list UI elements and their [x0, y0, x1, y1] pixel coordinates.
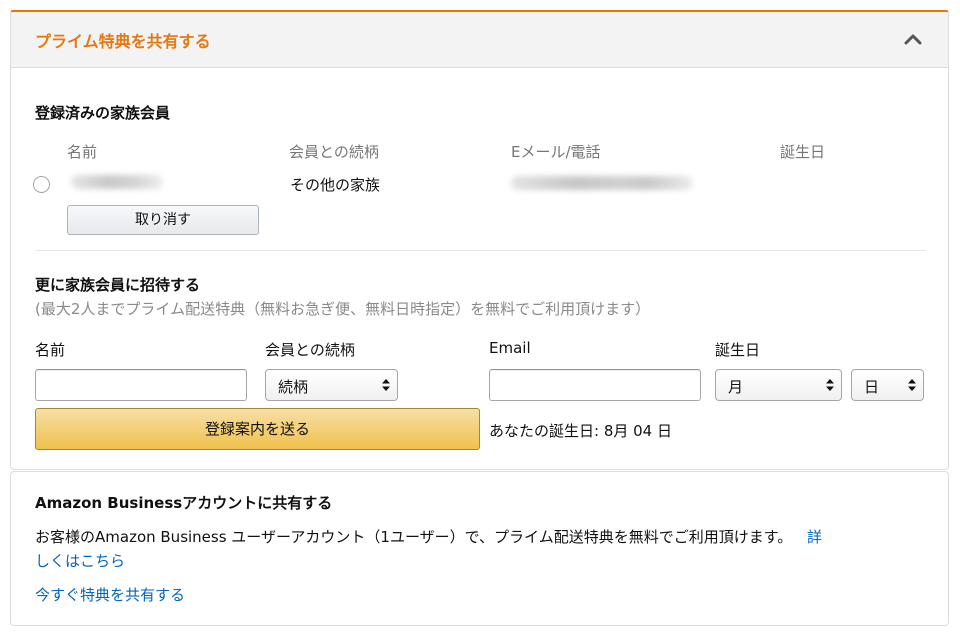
- email-input[interactable]: [489, 369, 701, 401]
- business-card: Amazon Businessアカウントに共有する お客様のAmazon Bus…: [10, 471, 949, 626]
- share-now-link[interactable]: 今すぐ特典を共有する: [35, 584, 185, 605]
- email-label: Email: [489, 339, 531, 357]
- select-arrows-icon: [382, 379, 390, 391]
- registered-heading: 登録済みの家族会員: [35, 104, 171, 122]
- family-card: 登録済みの家族会員 名前 会員との続柄 Eメール/電話 誕生日 その他の家族 取…: [10, 68, 949, 470]
- name-label: 名前: [35, 341, 66, 359]
- column-email-phone: Eメール/電話: [511, 143, 601, 161]
- chevron-up-icon[interactable]: [902, 31, 924, 47]
- column-name: 名前: [67, 143, 98, 161]
- section-header[interactable]: プライム特典を共有する: [10, 10, 949, 68]
- select-arrows-icon: [826, 379, 834, 391]
- relationship-select-value: 続柄: [278, 378, 309, 396]
- day-select[interactable]: 日: [851, 369, 924, 401]
- member-email-redacted: [511, 176, 693, 190]
- send-invitation-button[interactable]: 登録案内を送る: [35, 408, 480, 450]
- member-relationship: その他の家族: [290, 176, 381, 194]
- column-relationship: 会員との続柄: [289, 143, 379, 161]
- month-select-value: 月: [728, 378, 744, 396]
- column-birthday: 誕生日: [780, 143, 826, 161]
- business-body-text: お客様のAmazon Business ユーザーアカウント（1ユーザー）で、プラ…: [35, 528, 793, 546]
- your-birthday-note: あなたの誕生日: 8月 04 日: [489, 422, 672, 440]
- cancel-button[interactable]: 取り消す: [67, 205, 259, 235]
- divider: [35, 250, 926, 251]
- business-body: お客様のAmazon Business ユーザーアカウント（1ユーザー）で、プラ…: [35, 526, 822, 547]
- name-input[interactable]: [35, 369, 247, 401]
- month-select[interactable]: 月: [715, 369, 842, 401]
- day-select-value: 日: [864, 378, 880, 396]
- details-link[interactable]: 詳: [807, 528, 822, 546]
- invite-subtext: (最大2人までプライム配送特典（無料お急ぎ便、無料日時指定）を無料でご利用頂けま…: [35, 300, 651, 318]
- birthday-label: 誕生日: [715, 341, 761, 359]
- member-name-redacted: [71, 175, 163, 189]
- relationship-label: 会員との続柄: [265, 341, 355, 359]
- invite-heading: 更に家族会員に招待する: [35, 276, 201, 294]
- details-link-continued[interactable]: しくはこちら: [35, 550, 125, 571]
- section-title: プライム特典を共有する: [35, 32, 211, 51]
- business-heading: Amazon Businessアカウントに共有する: [35, 494, 333, 512]
- select-arrows-icon: [908, 379, 916, 391]
- relationship-select[interactable]: 続柄: [265, 369, 398, 401]
- member-radio[interactable]: [33, 176, 50, 193]
